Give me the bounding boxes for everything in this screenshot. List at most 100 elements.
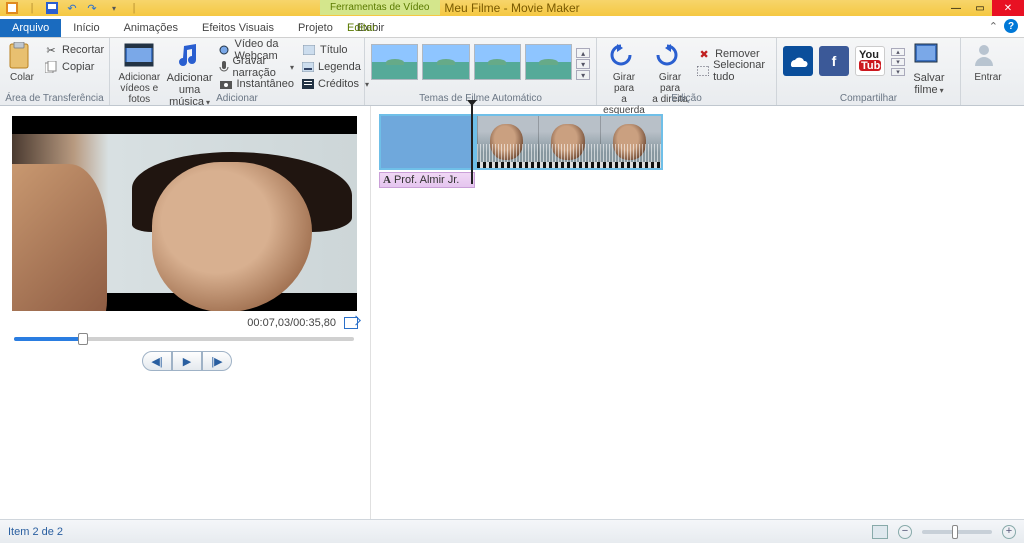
caption-label: Legenda: [318, 61, 361, 73]
zoom-thumb[interactable]: [952, 525, 958, 539]
title-icon: [302, 43, 316, 57]
group-add: Adicionar vídeos e fotos Adicionar uma m…: [110, 38, 365, 105]
prev-frame-button[interactable]: ◀|: [142, 351, 172, 371]
redo-icon[interactable]: ↷: [84, 1, 100, 15]
fullscreen-icon[interactable]: [344, 317, 358, 329]
quick-access-toolbar: | ↶ ↷ ▾ |: [0, 1, 142, 15]
group-clipboard: Colar ✂Recortar Copiar Área de Transferê…: [0, 38, 110, 105]
record-narration-button[interactable]: Gravar narração▾: [217, 59, 297, 75]
view-mode-button[interactable]: [872, 525, 888, 539]
tab-arquivo[interactable]: Arquivo: [0, 19, 61, 37]
help-icon[interactable]: ?: [1004, 19, 1018, 33]
timeline-pane[interactable]: A Prof. Almir Jr.: [370, 106, 1024, 519]
group-edit: Girar para a esquerda Girar para a direi…: [597, 38, 777, 105]
group-themes-label: Temas de Filme Automático: [365, 93, 596, 104]
status-item-count: Item 2 de 2: [8, 526, 63, 538]
tab-efeitos[interactable]: Efeitos Visuais: [190, 19, 286, 37]
seek-thumb[interactable]: [78, 333, 88, 345]
caption-type-icon: A: [383, 174, 391, 186]
paste-label: Colar: [10, 72, 34, 83]
copy-label: Copiar: [62, 61, 94, 73]
preview-frame-content: [12, 134, 357, 293]
share-gallery-scroller[interactable]: ▴▾▾: [891, 46, 905, 76]
share-facebook-button[interactable]: f: [819, 46, 849, 76]
zoom-slider[interactable]: [922, 530, 992, 534]
window-title: Meu Filme - Movie Maker: [444, 1, 579, 15]
undo-icon[interactable]: ↶: [64, 1, 80, 15]
playback-time: 00:07,03/00:35,80: [247, 317, 336, 329]
signin-label: Entrar: [974, 72, 1001, 83]
caption-button[interactable]: Legenda: [300, 59, 358, 75]
paste-button[interactable]: Colar: [6, 40, 38, 83]
webcam-icon: [219, 43, 231, 57]
ribbon-expand-icon[interactable]: ⌃: [989, 20, 998, 33]
caption-icon: [302, 60, 314, 74]
group-clipboard-label: Área de Transferência: [0, 93, 109, 104]
title-label: Título: [320, 44, 348, 56]
snapshot-button[interactable]: Instantâneo: [217, 76, 297, 92]
contextual-tab-video-tools[interactable]: Ferramentas de Vídeo: [320, 0, 440, 15]
theme-thumb-2[interactable]: [422, 44, 469, 80]
signin-button[interactable]: Entrar: [967, 40, 1009, 83]
timeline-caption-clip[interactable]: A Prof. Almir Jr.: [379, 172, 475, 188]
rotate-left-icon: [608, 42, 640, 70]
save-movie-button[interactable]: Salvar filme▾: [909, 40, 949, 96]
tab-editar[interactable]: Editar: [335, 19, 388, 37]
select-all-label: Selecionar tudo: [713, 59, 768, 83]
rotate-right-icon: [654, 42, 686, 70]
qat-dropdown-icon[interactable]: ▾: [106, 1, 122, 15]
group-edit-label: Edição: [597, 93, 776, 104]
tab-animacoes[interactable]: Animações: [112, 19, 190, 37]
cut-button[interactable]: ✂Recortar: [42, 42, 106, 58]
group-themes: ▴▾▾ Temas de Filme Automático: [365, 38, 597, 105]
theme-thumb-4[interactable]: [525, 44, 572, 80]
credits-button[interactable]: Créditos▾: [300, 76, 358, 92]
share-onedrive-button[interactable]: [783, 46, 813, 76]
minimize-button[interactable]: —: [944, 0, 968, 16]
zoom-in-button[interactable]: +: [1002, 525, 1016, 539]
clipboard-icon: [6, 42, 38, 70]
snapshot-label: Instantâneo: [237, 78, 295, 90]
rotate-left-button[interactable]: Girar para a esquerda: [603, 40, 645, 116]
theme-gallery-scroller[interactable]: ▴▾▾: [576, 44, 590, 80]
caption-text: Prof. Almir Jr.: [394, 174, 459, 186]
camera-icon: [219, 77, 233, 91]
zoom-out-button[interactable]: −: [898, 525, 912, 539]
next-frame-button[interactable]: |▶: [202, 351, 232, 371]
credits-label: Créditos: [318, 78, 359, 90]
seek-slider[interactable]: [14, 337, 354, 341]
timeline-video-track: [379, 114, 1016, 170]
close-button[interactable]: ✕: [992, 0, 1024, 16]
video-preview[interactable]: [12, 116, 357, 311]
theme-thumb-1[interactable]: [371, 44, 418, 80]
select-all-icon: [697, 64, 709, 78]
preview-pane: 00:07,03/00:35,80 ◀| ▶ |▶: [0, 106, 370, 519]
copy-icon: [44, 60, 58, 74]
title-bar: | ↶ ↷ ▾ | Ferramentas de Vídeo Meu Filme…: [0, 0, 1024, 16]
tab-inicio[interactable]: Início: [61, 19, 111, 37]
share-youtube-button[interactable]: YouTube: [855, 46, 885, 76]
credits-icon: [302, 77, 314, 91]
group-share-label: Compartilhar: [777, 93, 960, 104]
qat-separator-2: |: [126, 1, 142, 15]
group-share: f YouTube ▴▾▾ Salvar filme▾ Compartilhar: [777, 38, 961, 105]
play-button[interactable]: ▶: [172, 351, 202, 371]
maximize-button[interactable]: ▭: [968, 0, 992, 16]
microphone-icon: [219, 60, 229, 74]
remove-x-icon: ✖: [697, 47, 711, 61]
timeline-clip-title[interactable]: [379, 114, 475, 170]
timeline-playhead[interactable]: [471, 104, 473, 184]
app-icon: [4, 1, 20, 15]
theme-thumb-3[interactable]: [474, 44, 521, 80]
select-all-button[interactable]: Selecionar tudo: [695, 63, 770, 79]
copy-button[interactable]: Copiar: [42, 59, 106, 75]
ribbon-tab-row: Arquivo Início Animações Efeitos Visuais…: [0, 16, 1024, 38]
save-icon[interactable]: [44, 1, 60, 15]
qat-separator: |: [24, 1, 40, 15]
main-area: 00:07,03/00:35,80 ◀| ▶ |▶ A Prof. A: [0, 106, 1024, 519]
svg-text:Tube: Tube: [861, 60, 883, 72]
title-button[interactable]: Título: [300, 42, 358, 58]
timeline-clip-video[interactable]: [475, 114, 663, 170]
scissors-icon: ✂: [44, 43, 58, 57]
ribbon: Colar ✂Recortar Copiar Área de Transferê…: [0, 38, 1024, 106]
